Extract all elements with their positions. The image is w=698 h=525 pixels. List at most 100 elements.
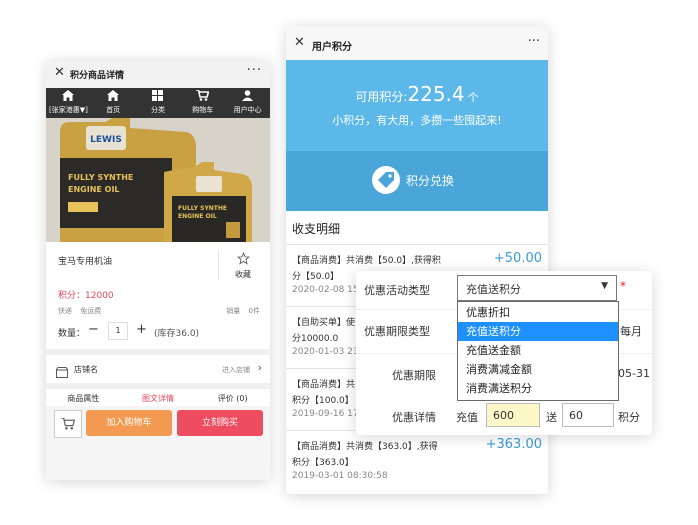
- record-desc: 积分【363.0】: [292, 458, 354, 468]
- type-label: 优惠活动类型: [364, 284, 430, 297]
- type-options-list: 优惠折扣 充值送积分 充值送金额 消费满减金额 消费满送积分: [457, 301, 619, 401]
- close-icon[interactable]: ✕: [54, 65, 65, 80]
- nav-bar: [张家港惠▼] 首页 分类 购物车 用户中心: [46, 88, 270, 118]
- title-bar: ✕ 用户积分 ···: [286, 26, 548, 60]
- record-item: 【商品消费】共消费【363.0】,获得 积分【363.0】 2019-03-01…: [286, 430, 548, 494]
- option-spend-discount[interactable]: 消费满减金额: [458, 360, 618, 379]
- product-name: 宝马专用机油: [58, 257, 113, 267]
- available-label: 可用积分:: [355, 90, 408, 104]
- product-image: LEWIS FULLY SYNTHE ENGINE OIL FULLY SYNT…: [46, 118, 270, 242]
- record-date: 2020-01-03 23: [292, 347, 359, 357]
- detail-label: 优惠详情: [392, 411, 436, 424]
- minus-button[interactable]: −: [88, 322, 99, 337]
- page-title: 积分商品详情: [70, 71, 125, 81]
- divider: [46, 383, 270, 389]
- record-desc: 【商品消费】共: [292, 380, 356, 390]
- svg-text:FULLY SYNTHE: FULLY SYNTHE: [68, 173, 133, 182]
- add-to-cart-button[interactable]: 加入购物车: [86, 410, 172, 436]
- record-amount: +50.00: [493, 251, 542, 266]
- svg-text:FULLY SYNTHE: FULLY SYNTHE: [178, 205, 227, 212]
- record-desc: 分【50.0】: [292, 272, 340, 282]
- oil-bottles-image: LEWIS FULLY SYNTHE ENGINE OIL FULLY SYNT…: [46, 118, 270, 242]
- sales-value: 0件: [248, 307, 260, 315]
- period-type-tail: 每月: [620, 325, 642, 338]
- svg-text:ENGINE OIL: ENGINE OIL: [178, 213, 217, 220]
- quantity-label: 数量：: [58, 329, 86, 339]
- page-title: 用户积分: [312, 42, 352, 53]
- favorite-label: 收藏: [235, 270, 251, 279]
- product-detail-phone: ✕ 积分商品详情 ··· [张家港惠▼] 首页 分类 购物车 用户中心 LEWI…: [46, 60, 270, 480]
- give-input[interactable]: 60: [562, 403, 614, 427]
- exchange-label: 积分兑换: [406, 174, 455, 188]
- more-icon[interactable]: ···: [528, 34, 540, 49]
- star-icon: [219, 250, 267, 269]
- recharge-label: 充值: [456, 411, 478, 424]
- promotion-form: 优惠活动类型 充值送积分 ▼ * 优惠期限类型 每月 优惠期限 05-31 优惠…: [356, 271, 652, 435]
- option-discount[interactable]: 优惠折扣: [458, 303, 618, 322]
- chevron-down-icon: ▼: [601, 281, 608, 291]
- recharge-input[interactable]: 600: [486, 403, 540, 427]
- cart-button[interactable]: [54, 410, 82, 438]
- nav-label: 用户中心: [233, 106, 262, 114]
- nav-item-cart[interactable]: 购物车: [180, 88, 225, 118]
- home-icon: [91, 90, 136, 105]
- record-date: 2020-02-08 15: [292, 285, 359, 295]
- home-icon: [46, 90, 91, 105]
- nav-item-home[interactable]: 首页: [91, 88, 136, 118]
- more-icon[interactable]: ···: [247, 63, 262, 78]
- store-icon: [55, 363, 69, 382]
- section-title: 收支明细: [292, 222, 341, 236]
- nav-item-category[interactable]: 分类: [136, 88, 181, 118]
- store-row[interactable]: 店铺名 进入店铺 ›: [46, 355, 270, 383]
- option-spend-points[interactable]: 消费满送积分: [458, 379, 618, 398]
- record-desc: 【自助买单】使: [292, 318, 356, 328]
- stock-text: (库存36.0): [154, 329, 200, 339]
- tag-icon: [372, 166, 400, 194]
- nav-label: 购物车: [192, 106, 214, 114]
- points-price: 积分：12000: [58, 291, 114, 301]
- buy-now-button[interactable]: 立刻购买: [177, 410, 263, 436]
- slogan: 小积分，有大用，多攒一些囤起来!: [332, 114, 502, 127]
- sales-label: 销量: [226, 307, 241, 315]
- available-points: 可用积分:225.4 个: [286, 82, 548, 106]
- exchange-button[interactable]: 积分兑换: [372, 163, 464, 199]
- store-name: 店铺名: [74, 365, 98, 374]
- exchange-area: 积分兑换: [286, 151, 548, 211]
- record-date: 2019-09-16 17: [292, 409, 359, 419]
- nav-item-user[interactable]: 用户中心: [225, 88, 270, 118]
- brand-logo-text: LEWIS: [90, 135, 122, 145]
- option-recharge-points[interactable]: 充值送积分: [458, 322, 618, 341]
- chevron-right-icon: ›: [257, 361, 262, 374]
- plus-button[interactable]: +: [136, 322, 147, 337]
- grid-icon: [136, 90, 181, 105]
- give-label: 送: [546, 411, 557, 424]
- required-mark: *: [620, 279, 626, 293]
- points-unit: 积分: [618, 411, 640, 424]
- close-icon[interactable]: ✕: [294, 35, 305, 50]
- type-select[interactable]: 充值送积分 ▼: [457, 275, 617, 301]
- record-desc: 积分【100.0】: [292, 396, 354, 406]
- available-value: 225.4: [407, 82, 465, 106]
- nav-label: 首页: [106, 106, 121, 114]
- quantity-input[interactable]: 1: [108, 322, 128, 340]
- nav-item-city[interactable]: [张家港惠▼]: [46, 88, 91, 118]
- cart-icon: [180, 89, 225, 105]
- user-icon: [225, 90, 270, 105]
- title-bar: ✕ 积分商品详情 ···: [46, 60, 270, 89]
- record-date: 2019-03-01 08:30:58: [292, 471, 388, 481]
- nav-label: [张家港惠▼]: [48, 106, 88, 114]
- option-recharge-amount[interactable]: 充值送金额: [458, 341, 618, 360]
- record-desc: 【商品消费】共消费【363.0】,获得: [292, 442, 438, 452]
- type-select-value: 充值送积分: [466, 283, 521, 296]
- nav-label: 分类: [150, 106, 165, 114]
- product-info: 宝马专用机油 收藏 积分：12000 快递 免运费 销量 0件 数量： − 1 …: [46, 242, 270, 352]
- bottom-bar: 加入购物车 立刻购买: [46, 406, 270, 480]
- record-desc: 分10000.0: [292, 334, 339, 344]
- period-type-label: 优惠期限类型: [364, 325, 430, 338]
- enter-store-link[interactable]: 进入店铺: [222, 365, 250, 375]
- favorite-button[interactable]: 收藏: [218, 250, 267, 280]
- period-label: 优惠期限: [392, 369, 436, 382]
- period-tail: 05-31: [618, 367, 650, 380]
- record-amount: +363.00: [485, 437, 542, 452]
- shipping-value: 免运费: [80, 307, 102, 315]
